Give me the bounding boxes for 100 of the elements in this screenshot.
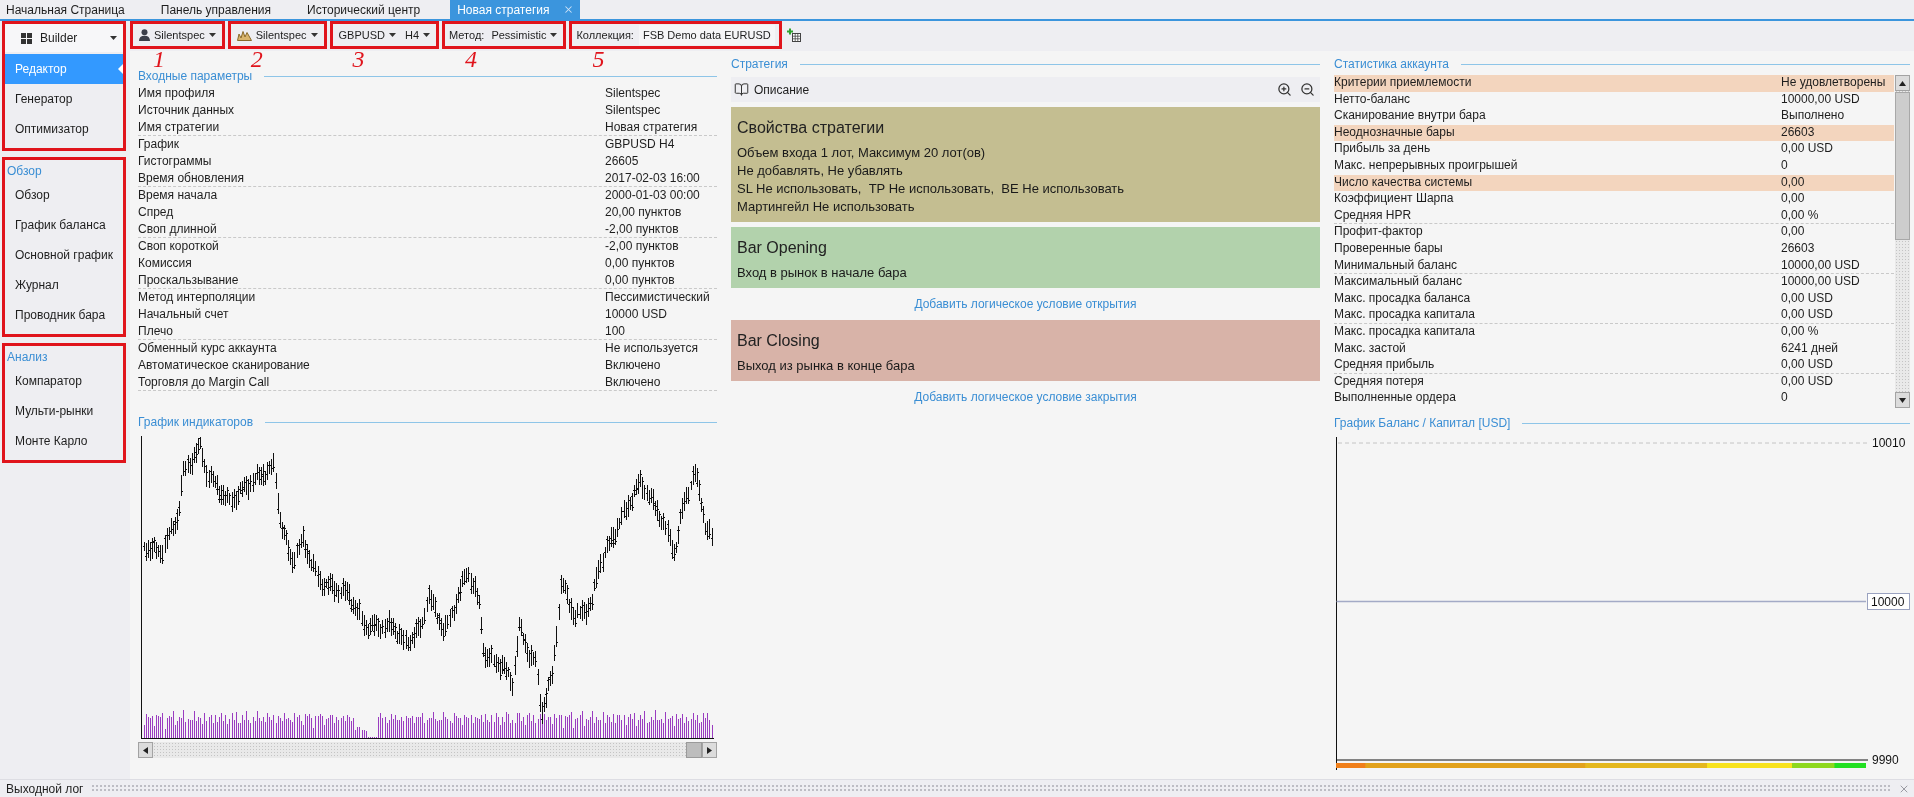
scrollbar-thumb[interactable]: [686, 742, 702, 758]
y-tick-label: 10000: [1871, 594, 1905, 609]
data-source-dropdown[interactable]: Silentspec: [234, 25, 320, 45]
dropdown[interactable]: GBPUSD: [336, 25, 398, 45]
section-title: График Баланс / Капитал [USD]: [1334, 416, 1511, 430]
stat-name: Критерии приемлемости: [1334, 75, 1781, 92]
sidebar-item[interactable]: Генератор: [5, 84, 123, 114]
stat-value: 0: [1781, 157, 1789, 174]
scroll-right-button[interactable]: [702, 742, 717, 758]
add-grid-icon[interactable]: [786, 28, 801, 42]
scrollbar-thumb[interactable]: [1895, 92, 1910, 240]
panel-text: Не добавлять, Не убавлять: [737, 162, 904, 180]
stat-value: 0,00: [1781, 174, 1894, 192]
stat-value: 26603: [1781, 124, 1894, 142]
annotation-number: 2: [250, 51, 263, 68]
mode-dropdown[interactable]: Builder: [5, 24, 123, 52]
param-name: Торговля до Margin Call: [138, 374, 270, 390]
pointer-icon: [118, 64, 123, 74]
panel-title: Свойства стратегии: [737, 119, 886, 137]
param-name: Комиссия: [138, 256, 192, 271]
param-name: Плечо: [138, 323, 173, 339]
param-value: 0,00 пунктов: [605, 272, 675, 288]
triangle-up-icon: [1899, 79, 1906, 87]
stat-value: 10000,00 USD: [1781, 257, 1861, 274]
stat-value: 0,00 USD: [1781, 373, 1835, 390]
section-title: Стратегия: [731, 57, 788, 71]
panel-text: Выход из рынка в конце бара: [737, 357, 916, 375]
scroll-up-button[interactable]: [1895, 75, 1910, 91]
text-field[interactable]: FSB Demo data EURUSD: [638, 25, 775, 45]
triangle-left-icon: [142, 746, 149, 754]
param-name: Своп короткой: [138, 239, 219, 254]
scroll-left-button[interactable]: [138, 742, 153, 758]
panel-title: Выходной лог: [5, 781, 85, 796]
sidebar-item[interactable]: Компаратор: [5, 366, 123, 396]
stat-name: Прибыль за день: [1334, 141, 1432, 158]
panel-text: Вход в рынок в начале бара: [737, 264, 908, 282]
sidebar-item[interactable]: Монте Карло: [5, 426, 123, 456]
stat-value: 26603: [1781, 240, 1816, 257]
stat-value: 10000,00 USD: [1781, 91, 1861, 108]
param-name: Источник данных: [138, 103, 235, 118]
param-value: 26605: [605, 154, 639, 169]
tab[interactable]: Панель управления: [154, 0, 302, 19]
field-label: Коллекция:: [576, 29, 634, 41]
zoom-in-icon[interactable]: [1277, 82, 1292, 97]
param-value: Включено: [605, 374, 661, 390]
sidebar-item[interactable]: Обзор: [5, 180, 123, 210]
caret-icon: [389, 33, 396, 37]
param-name: Проскальзывание: [138, 272, 239, 288]
param-value: Включено: [605, 358, 661, 373]
param-name: Автоматическое сканирование: [138, 358, 310, 373]
param-value: -2,00 пунктов: [605, 221, 679, 237]
stat-name: Сканирование внутри бара: [1334, 108, 1487, 125]
stat-name: Нетто-баланс: [1334, 91, 1412, 108]
param-name: График: [138, 137, 179, 152]
current-value-label: 10000: [1867, 593, 1910, 610]
tab[interactable]: Начальная Страница: [0, 0, 155, 19]
user-icon: [139, 29, 150, 41]
closing-rule-panel[interactable]: Bar Closing Выход из рынка в конце бара: [731, 320, 1320, 381]
panel-title: Bar Opening: [737, 239, 828, 257]
section-title: Анализ: [6, 349, 49, 366]
scroll-down-button[interactable]: [1895, 392, 1910, 408]
profile-dropdown[interactable]: Silentspec: [137, 25, 218, 45]
caret-icon: [423, 33, 431, 37]
tab[interactable]: Исторический центр: [301, 0, 451, 19]
zoom-out-icon[interactable]: [1300, 82, 1315, 97]
stat-name: Максимальный баланс: [1334, 274, 1463, 291]
stat-value: 0,00 USD: [1781, 307, 1835, 323]
opening-rule-panel[interactable]: Bar Opening Вход в рынок в начале бара: [731, 227, 1320, 288]
stat-name: Проверенные бары: [1334, 240, 1444, 257]
param-name: Гистограммы: [138, 154, 212, 169]
dropdown[interactable]: H4: [403, 25, 433, 45]
param-value: 2000-01-03 00:00: [605, 188, 700, 203]
sidebar-item[interactable]: Мульти-рынки: [5, 396, 123, 426]
param-name: Имя стратегии: [138, 119, 220, 135]
properties-panel[interactable]: Свойства стратегии Объем входа 1 лот, Максимум 20 лот(ов) Не добавлять, Не убавлять SL Не использовать, TP Не использовать, BE Не использовать Мартингейл Не использовать: [731, 107, 1320, 222]
dropdown[interactable]: Pessimistic: [489, 25, 560, 45]
stat-name: Профит-фактор: [1334, 224, 1424, 241]
sidebar-item[interactable]: Проводник бара: [5, 300, 123, 330]
sidebar-item[interactable]: Основной график: [5, 240, 123, 270]
sidebar-item[interactable]: Оптимизатор: [5, 114, 123, 144]
annotation-number: 5: [592, 51, 605, 68]
stat-name: Средняя HPR: [1334, 207, 1413, 224]
scrollbar-track[interactable]: [138, 742, 717, 758]
param-value: GBPUSD H4: [605, 137, 675, 152]
description-button[interactable]: Описание: [734, 82, 810, 97]
stat-name: Коэффициент Шарпа: [1334, 191, 1455, 208]
panel-text: Мартингейл Не использовать: [737, 198, 916, 216]
param-name: Начальный счет: [138, 307, 229, 322]
param-name: Метод интерполяции: [138, 290, 256, 305]
param-name: Время начала: [138, 188, 218, 203]
scrollbar-track[interactable]: [1895, 75, 1910, 408]
field-label: Метод:: [449, 29, 485, 41]
caret-icon: [110, 36, 117, 40]
section-title: Входные параметры: [138, 69, 253, 83]
section-title: Обзор: [6, 163, 43, 180]
sidebar-item[interactable]: Журнал: [5, 270, 123, 300]
stat-name: Средняя прибыль: [1334, 357, 1436, 373]
axis-label: 10010: [1872, 436, 1906, 450]
sidebar-item[interactable]: График баланса: [5, 210, 123, 240]
stat-name: Средняя потеря: [1334, 373, 1425, 390]
